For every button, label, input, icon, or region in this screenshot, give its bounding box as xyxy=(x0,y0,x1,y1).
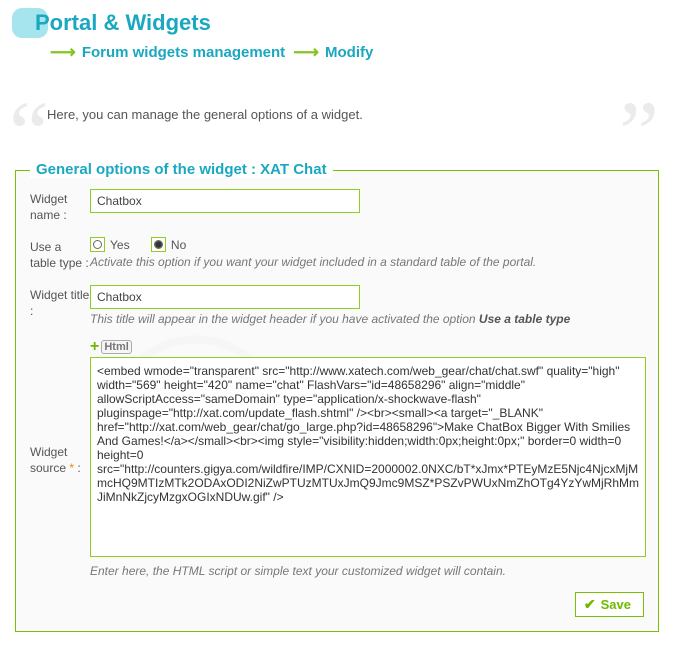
radio-yes-label: Yes xyxy=(110,238,130,252)
general-options-fieldset: General options of the widget : XAT Chat… xyxy=(15,170,659,632)
widget-name-input[interactable] xyxy=(90,189,360,213)
widget-source-hint: Enter here, the HTML script or simple te… xyxy=(90,564,646,578)
page-header: Portal & Widgets ⟶ Forum widgets managem… xyxy=(15,10,659,63)
plus-icon: + xyxy=(90,343,99,351)
table-type-row: Use a table type : Yes No Activate this … xyxy=(30,237,644,271)
widget-title-label: Widget title : xyxy=(30,285,90,319)
intro-text: Here, you can manage the general options… xyxy=(37,99,637,130)
check-icon: ✔ xyxy=(584,596,596,613)
html-badge-label: Html xyxy=(101,340,131,354)
widget-source-textarea[interactable] xyxy=(90,357,646,557)
arrow-icon: ⟶ xyxy=(293,42,317,63)
save-button[interactable]: ✔ Save xyxy=(575,592,644,617)
widget-title-row: Widget title : This title will appear in… xyxy=(30,285,644,326)
breadcrumb-item[interactable]: Forum widgets management xyxy=(82,44,285,61)
html-mode-button[interactable]: + Html xyxy=(90,340,132,354)
arrow-icon: ⟶ xyxy=(50,42,74,63)
widget-source-row: Widget source * : + Html Enter here, the… xyxy=(30,340,644,578)
page-title: Portal & Widgets xyxy=(35,10,659,36)
table-type-no-radio[interactable]: No xyxy=(151,237,186,252)
widget-title-hint-text: This title will appear in the widget hea… xyxy=(90,312,479,326)
actions-row: ✔ Save xyxy=(30,592,644,617)
widget-source-label: Widget source * : xyxy=(30,442,90,476)
table-type-hint: Activate this option if you want your wi… xyxy=(90,255,644,269)
radio-no-label: No xyxy=(171,238,186,252)
widget-name-label: Widget name : xyxy=(30,189,90,223)
widget-source-label-text: Widget source xyxy=(30,445,67,475)
widget-name-row: Widget name : xyxy=(30,189,644,223)
table-type-yes-radio[interactable]: Yes xyxy=(90,237,130,252)
breadcrumb: ⟶ Forum widgets management ⟶ Modify xyxy=(50,42,659,63)
widget-title-hint-bold: Use a table type xyxy=(479,312,570,326)
widget-title-hint: This title will appear in the widget hea… xyxy=(90,312,644,326)
table-type-label: Use a table type : xyxy=(30,237,90,271)
required-mark: * xyxy=(69,461,74,475)
fieldset-legend: General options of the widget : XAT Chat xyxy=(30,161,333,178)
breadcrumb-item[interactable]: Modify xyxy=(325,44,373,61)
intro-block: “ ” Here, you can manage the general opt… xyxy=(15,81,659,148)
widget-title-input[interactable] xyxy=(90,285,360,309)
save-button-label: Save xyxy=(601,597,631,612)
